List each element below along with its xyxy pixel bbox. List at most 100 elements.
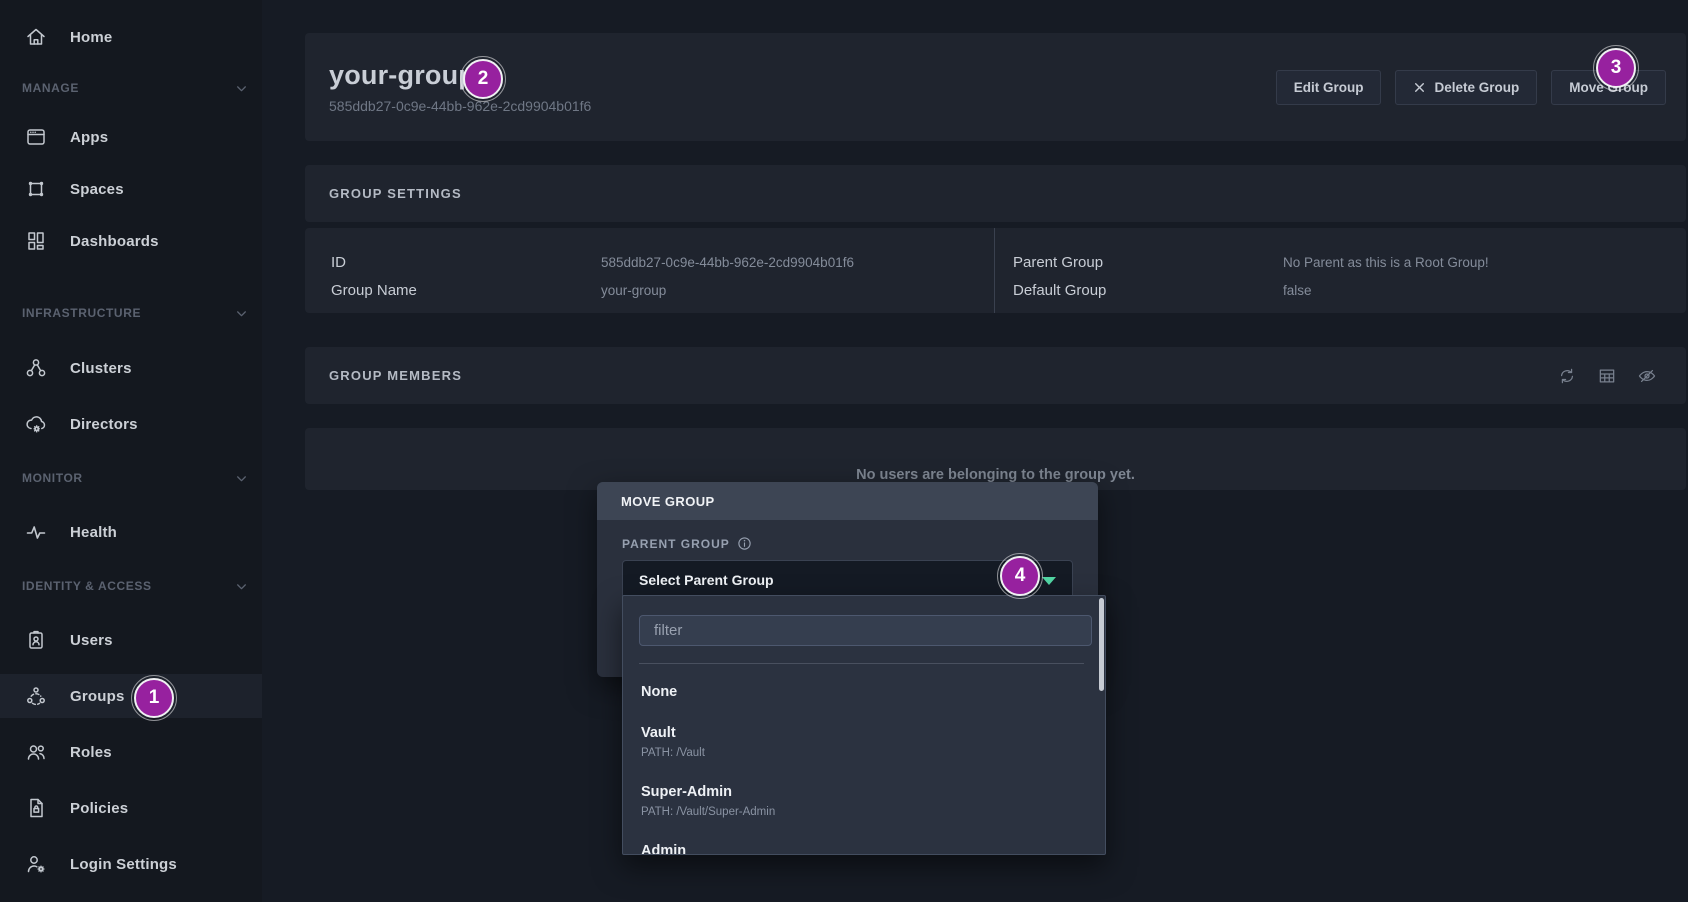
page-title: your-group bbox=[329, 60, 475, 91]
spaces-icon bbox=[24, 177, 48, 201]
id-value: 585ddb27-0c9e-44bb-962e-2cd9904b01f6 bbox=[601, 255, 994, 270]
sidebar-item-users[interactable]: Users bbox=[0, 618, 262, 662]
sidebar-item-label: Login Settings bbox=[70, 842, 177, 886]
chevron-down-icon bbox=[235, 307, 248, 320]
sidebar-item-label: Dashboards bbox=[70, 219, 159, 263]
policies-icon bbox=[24, 796, 48, 820]
clusters-icon bbox=[24, 356, 48, 380]
eye-off-icon[interactable] bbox=[1637, 366, 1657, 386]
users-icon bbox=[24, 628, 48, 652]
default-group-label: Default Group bbox=[1013, 282, 1283, 299]
annotation-badge-4: 4 bbox=[1000, 556, 1040, 596]
dropdown-options: None Vault PATH: /Vault Super-Admin PATH… bbox=[623, 664, 1105, 855]
health-icon bbox=[24, 520, 48, 544]
option-super-admin[interactable]: Super-Admin PATH: /Vault/Super-Admin bbox=[623, 772, 1105, 831]
sidebar-section-label: IDENTITY & ACCESS bbox=[22, 569, 152, 603]
group-settings-body: ID 585ddb27-0c9e-44bb-962e-2cd9904b01f6 … bbox=[305, 228, 1686, 313]
sidebar-section-label: MONITOR bbox=[22, 461, 83, 495]
parent-group-label: Parent Group bbox=[1013, 254, 1283, 271]
group-settings-right-column: Parent Group No Parent as this is a Root… bbox=[995, 228, 1686, 313]
sidebar-item-roles[interactable]: Roles bbox=[0, 730, 262, 774]
annotation-badge-1: 1 bbox=[134, 678, 174, 718]
group-id-subtitle: 585ddb27-0c9e-44bb-962e-2cd9904b01f6 bbox=[329, 98, 591, 114]
sidebar-item-label: Clusters bbox=[70, 346, 132, 390]
sidebar-item-label: Apps bbox=[70, 115, 108, 159]
dashboards-icon bbox=[24, 229, 48, 253]
group-settings-left-column: ID 585ddb27-0c9e-44bb-962e-2cd9904b01f6 … bbox=[305, 228, 995, 313]
group-members-empty-message: No users are belonging to the group yet. bbox=[305, 467, 1686, 483]
group-settings-title: GROUP SETTINGS bbox=[329, 186, 462, 201]
option-path: PATH: /Vault bbox=[641, 746, 1087, 760]
edit-group-button[interactable]: Edit Group bbox=[1276, 70, 1382, 105]
sidebar-section-label: MANAGE bbox=[22, 71, 79, 105]
sidebar-item-dashboards[interactable]: Dashboards bbox=[0, 219, 262, 263]
groups-icon bbox=[24, 684, 48, 708]
group-members-title: GROUP MEMBERS bbox=[329, 368, 462, 383]
option-path: PATH: /Vault/Super-Admin bbox=[641, 805, 1087, 819]
sidebar-item-label: Spaces bbox=[70, 167, 124, 211]
roles-icon bbox=[24, 740, 48, 764]
sidebar-item-spaces[interactable]: Spaces bbox=[0, 167, 262, 211]
sidebar-item-clusters[interactable]: Clusters bbox=[0, 346, 262, 390]
annotation-badge-2: 2 bbox=[463, 59, 503, 99]
parent-group-dropdown: None Vault PATH: /Vault Super-Admin PATH… bbox=[622, 595, 1106, 855]
close-icon bbox=[1413, 81, 1426, 94]
modal-title: MOVE GROUP bbox=[621, 494, 715, 509]
parent-group-field-label: PARENT GROUP bbox=[622, 536, 1073, 551]
sidebar-item-groups[interactable]: Groups bbox=[0, 674, 262, 718]
sidebar-section-label: INFRASTRUCTURE bbox=[22, 296, 141, 330]
sidebar-item-health[interactable]: Health bbox=[0, 510, 262, 554]
sidebar-item-login-settings[interactable]: Login Settings bbox=[0, 842, 262, 886]
refresh-icon[interactable] bbox=[1557, 366, 1577, 386]
group-header-card: your-group 585ddb27-0c9e-44bb-962e-2cd99… bbox=[305, 33, 1686, 141]
setting-row-parent-group: Parent Group No Parent as this is a Root… bbox=[1013, 248, 1686, 276]
sidebar-item-label: Policies bbox=[70, 786, 128, 830]
chevron-down-icon bbox=[235, 472, 248, 485]
filter-input[interactable] bbox=[639, 615, 1092, 646]
chevron-down-icon bbox=[235, 580, 248, 593]
group-members-toolbar bbox=[1557, 366, 1657, 386]
setting-row-group-name: Group Name your-group bbox=[331, 276, 994, 304]
annotation-badge-3: 3 bbox=[1596, 48, 1636, 88]
group-name-value: your-group bbox=[601, 283, 994, 298]
home-icon bbox=[24, 25, 48, 49]
apps-icon bbox=[24, 125, 48, 149]
option-admin[interactable]: Admin bbox=[623, 831, 1105, 855]
info-icon[interactable] bbox=[737, 536, 752, 551]
id-label: ID bbox=[331, 254, 601, 271]
group-members-title-band: GROUP MEMBERS bbox=[305, 347, 1686, 404]
group-settings-title-band: GROUP SETTINGS bbox=[305, 165, 1686, 222]
table-icon[interactable] bbox=[1597, 366, 1617, 386]
group-detail-page: { "sidebar": { "items": [ {"label": "Hom… bbox=[0, 0, 1688, 902]
default-group-value: false bbox=[1283, 283, 1686, 298]
sidebar-section-identity-access[interactable]: IDENTITY & ACCESS bbox=[0, 569, 262, 603]
sidebar-section-manage[interactable]: MANAGE bbox=[0, 71, 262, 105]
setting-row-default-group: Default Group false bbox=[1013, 276, 1686, 304]
sidebar-item-directors[interactable]: Directors bbox=[0, 402, 262, 446]
sidebar-item-policies[interactable]: Policies bbox=[0, 786, 262, 830]
sidebar-item-label: Health bbox=[70, 510, 117, 554]
sidebar-item-label: Directors bbox=[70, 402, 138, 446]
parent-group-value: No Parent as this is a Root Group! bbox=[1283, 255, 1686, 270]
sidebar-item-label: Home bbox=[70, 15, 112, 59]
sidebar-item-label: Users bbox=[70, 618, 113, 662]
group-name-label: Group Name bbox=[331, 282, 601, 299]
sidebar-item-home[interactable]: Home bbox=[0, 15, 262, 59]
sidebar-section-monitor[interactable]: MONITOR bbox=[0, 461, 262, 495]
directors-icon bbox=[24, 412, 48, 436]
option-vault[interactable]: Vault PATH: /Vault bbox=[623, 713, 1105, 772]
dropdown-scrollbar[interactable] bbox=[1099, 598, 1104, 691]
group-members-body: No users are belonging to the group yet. bbox=[305, 428, 1686, 490]
setting-row-id: ID 585ddb27-0c9e-44bb-962e-2cd9904b01f6 bbox=[331, 248, 994, 276]
caret-down-icon bbox=[1042, 577, 1056, 585]
sidebar-section-infrastructure[interactable]: INFRASTRUCTURE bbox=[0, 296, 262, 330]
parent-group-select-value: Select Parent Group bbox=[639, 572, 774, 588]
option-none[interactable]: None bbox=[623, 672, 1105, 713]
sidebar: Home MANAGE Apps Spaces Dashboards INFRA… bbox=[0, 0, 262, 902]
sidebar-item-label: Groups bbox=[70, 674, 125, 718]
move-group-modal-header: MOVE GROUP bbox=[597, 482, 1098, 520]
delete-group-button[interactable]: Delete Group bbox=[1395, 70, 1537, 105]
sidebar-item-apps[interactable]: Apps bbox=[0, 115, 262, 159]
sidebar-item-label: Roles bbox=[70, 730, 112, 774]
group-title-block: your-group 585ddb27-0c9e-44bb-962e-2cd99… bbox=[329, 60, 591, 114]
